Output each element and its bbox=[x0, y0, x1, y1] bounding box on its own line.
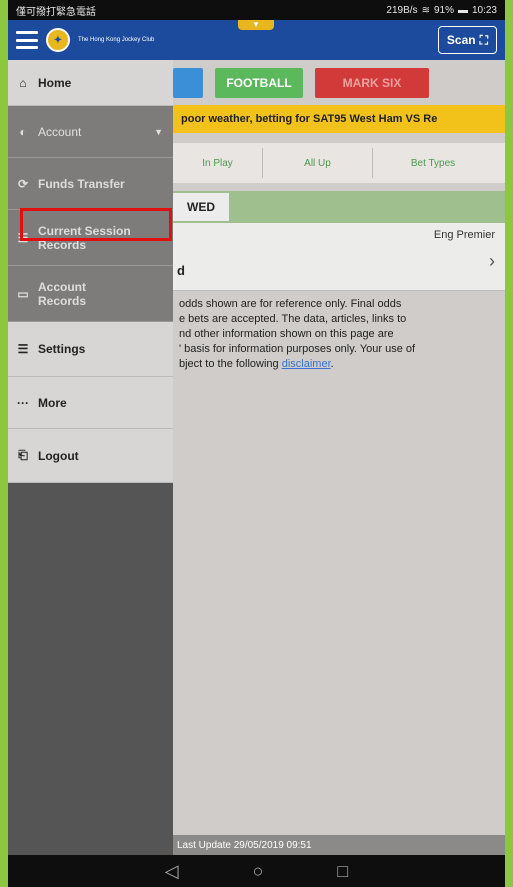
disclaimer-end: . bbox=[330, 358, 334, 370]
more-icon: ··· bbox=[17, 395, 29, 410]
drawer-item-settings[interactable]: ☰ Settings bbox=[8, 322, 173, 377]
pull-down-tab-icon[interactable]: ▼ bbox=[238, 20, 274, 30]
tab-in-play[interactable]: In Play bbox=[173, 148, 263, 178]
drawer-item-label: Home bbox=[38, 75, 72, 90]
list-icon: ☰ bbox=[17, 230, 29, 245]
scan-label: Scan bbox=[446, 33, 476, 47]
chevron-down-icon: ▼ bbox=[154, 126, 163, 137]
sport-tab-football[interactable]: FOOTBALL bbox=[215, 67, 303, 98]
drawer-item-label: Settings bbox=[38, 342, 86, 356]
home-circle-icon[interactable]: ○ bbox=[253, 862, 264, 880]
day-tab-wed[interactable]: WED bbox=[173, 193, 229, 221]
clock: 10:23 bbox=[471, 4, 497, 16]
tab-all-up[interactable]: All Up bbox=[263, 148, 373, 178]
drawer-item-home[interactable]: ⌂ Home bbox=[8, 60, 173, 106]
scan-button[interactable]: Scan ⛶ bbox=[437, 26, 497, 54]
main-content: FOOTBALL MARK SIX poor weather, betting … bbox=[173, 60, 505, 887]
last-update-bar: Last Update 29/05/2019 09:51 bbox=[173, 835, 505, 855]
day-bar: WED bbox=[173, 191, 505, 223]
logout-icon: ⎗ bbox=[18, 448, 28, 462]
battery-icon: ▬ bbox=[457, 4, 468, 16]
sub-tabs: In Play All Up Bet Types bbox=[173, 143, 505, 183]
card-icon: ▭ bbox=[17, 286, 29, 301]
refresh-icon: ⟳ bbox=[17, 176, 29, 191]
drawer-item-logout[interactable]: ⎗ Logout bbox=[8, 429, 173, 483]
drawer-item-label: Funds Transfer bbox=[38, 176, 125, 191]
sport-tab-marksix[interactable]: MARK SIX bbox=[315, 67, 429, 98]
match-name: d bbox=[177, 263, 185, 278]
drawer-item-funds-transfer[interactable]: ⟳ Funds Transfer bbox=[8, 158, 173, 210]
navigation-drawer: ⌂ Home ◐ Account ▼ ⟳ Funds Transfer ☰ Cu… bbox=[8, 60, 173, 855]
wifi-icon: ≋ bbox=[421, 4, 430, 16]
drawer-item-current-session-records[interactable]: ☰ Current Session Records bbox=[8, 210, 173, 266]
network-speed: 219B/s bbox=[386, 4, 418, 16]
tab-bet-types[interactable]: Bet Types bbox=[373, 148, 493, 178]
back-icon[interactable]: ◁ bbox=[165, 862, 179, 880]
announcement-banner: poor weather, betting for SAT95 West Ham… bbox=[173, 105, 505, 133]
scan-icon: ⛶ bbox=[479, 32, 488, 47]
drawer-item-more[interactable]: ··· More bbox=[8, 377, 173, 429]
settings-icon: ☰ bbox=[17, 342, 29, 356]
hkjc-logo-icon: ✦ bbox=[46, 28, 70, 52]
sport-tabs: FOOTBALL MARK SIX bbox=[173, 60, 505, 105]
drawer-item-label: Current Session Records bbox=[38, 223, 131, 252]
status-right: 219B/s ≋ 91% ▬ 10:23 bbox=[386, 5, 497, 16]
drawer-item-account-records[interactable]: ▭ Account Records bbox=[8, 266, 173, 322]
home-icon: ⌂ bbox=[19, 75, 27, 90]
drawer-item-account[interactable]: ◐ Account ▼ bbox=[8, 106, 173, 158]
top-app-bar: ✦ The Hong Kong Jockey Club ▼ Scan ⛶ bbox=[8, 20, 505, 60]
league-name: Eng Premier bbox=[433, 229, 495, 241]
battery-level: 91% bbox=[433, 4, 454, 16]
status-left-text: 僅可撥打緊急電話 bbox=[16, 6, 96, 18]
recents-icon[interactable]: □ bbox=[337, 862, 348, 880]
drawer-item-label: Account Records bbox=[38, 279, 87, 308]
sport-tab-racing[interactable] bbox=[173, 67, 203, 98]
disclaimer-link[interactable]: disclaimer bbox=[282, 358, 331, 370]
match-card[interactable]: Eng Premier d › bbox=[173, 223, 505, 291]
status-bar: 僅可撥打緊急電話 219B/s ≋ 91% ▬ 10:23 bbox=[8, 0, 505, 20]
drawer-item-label: Account bbox=[38, 124, 82, 139]
android-nav-bar: ◁ ○ □ bbox=[8, 855, 505, 887]
chevron-right-icon[interactable]: › bbox=[489, 251, 495, 272]
person-icon: ◐ bbox=[19, 124, 27, 139]
hamburger-menu-icon[interactable] bbox=[16, 31, 38, 49]
drawer-item-label: More bbox=[38, 395, 67, 410]
logo-text: The Hong Kong Jockey Club bbox=[78, 37, 155, 43]
disclaimer-text: odds shown are for reference only. Final… bbox=[173, 291, 503, 372]
phone-screen: 僅可撥打緊急電話 219B/s ≋ 91% ▬ 10:23 ✦ The Hong… bbox=[8, 0, 505, 887]
drawer-item-label: Logout bbox=[38, 448, 79, 463]
